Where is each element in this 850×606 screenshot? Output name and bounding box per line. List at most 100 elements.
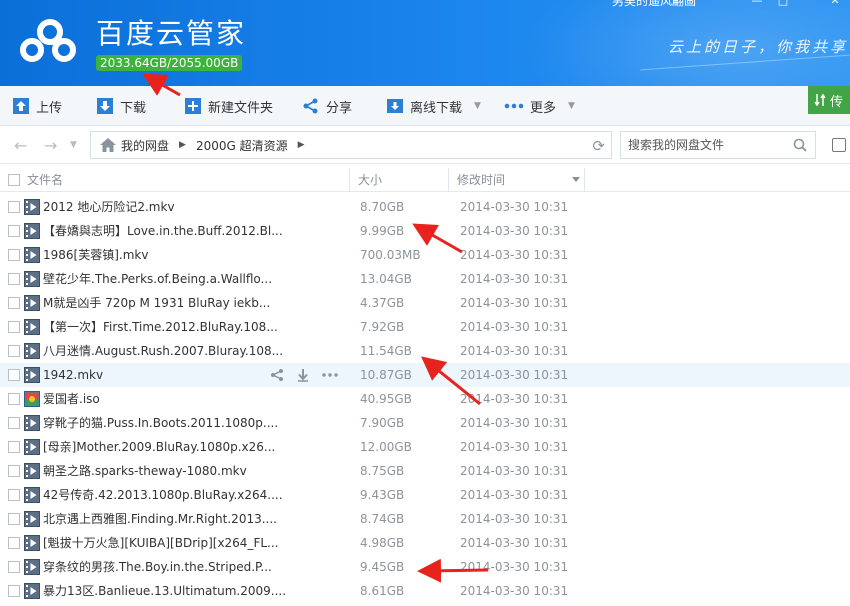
video-file-icon [24, 439, 40, 455]
table-row[interactable]: [母亲]Mother.2009.BluRay.1080p.x26... 12.00… [0, 435, 850, 459]
file-name[interactable]: 【春嬌與志明】Love.in.the.Buff.2012.Bl... [43, 219, 283, 243]
file-modified-time: 2014-03-30 10:31 [460, 584, 569, 598]
row-checkbox[interactable] [8, 513, 20, 525]
breadcrumb-current-folder[interactable]: 2000G 超清资源 [196, 137, 288, 154]
table-row[interactable]: M就是凶手 720p M 1931 BluRay iekb... 4.37GB 20… [0, 291, 850, 315]
breadcrumb-separator-icon: ▶ [179, 140, 186, 150]
table-row[interactable]: 【春嬌與志明】Love.in.the.Buff.2012.Bl... 9.99GB… [0, 219, 850, 243]
file-name[interactable]: 朝圣之路.sparks-theway-1080.mkv [43, 459, 247, 483]
file-modified-time: 2014-03-30 10:31 [460, 296, 569, 310]
file-name[interactable]: 1986[芙蓉镇].mkv [43, 243, 148, 267]
table-row[interactable]: 1986[芙蓉镇].mkv 700.03MB 2014-03-30 10:31 [0, 243, 850, 267]
upload-button[interactable]: 上传 [12, 86, 62, 126]
video-file-icon [24, 343, 40, 359]
video-file-icon [24, 319, 40, 335]
row-checkbox[interactable] [8, 249, 20, 261]
file-name[interactable]: 2012 地心历险记2.mkv [43, 195, 175, 219]
row-checkbox[interactable] [8, 417, 20, 429]
file-name[interactable]: 42号传奇.42.2013.1080p.BluRay.x264.... [43, 483, 283, 507]
file-size: 8.61GB [360, 584, 405, 598]
column-size[interactable]: 大小 [358, 168, 382, 192]
row-checkbox[interactable] [8, 273, 20, 285]
share-label: 分享 [326, 100, 353, 116]
table-row[interactable]: 1942.mkv 10.87GB 2014-03-30 10:31 [0, 363, 850, 387]
search-input[interactable] [621, 132, 789, 158]
file-name[interactable]: 穿条纹的男孩.The.Boy.in.the.Striped.P... [43, 555, 272, 579]
row-checkbox[interactable] [8, 489, 20, 501]
refresh-icon[interactable]: ⟳ [592, 137, 605, 155]
row-checkbox[interactable] [8, 561, 20, 573]
home-icon[interactable] [99, 137, 117, 153]
video-file-icon [24, 487, 40, 503]
table-row[interactable]: 爱国者.iso 40.95GB 2014-03-30 10:31 [0, 387, 850, 411]
download-icon[interactable] [297, 368, 309, 382]
row-checkbox[interactable] [8, 537, 20, 549]
column-modified[interactable]: 修改时间 [457, 168, 505, 192]
row-checkbox[interactable] [8, 201, 20, 213]
sort-dropdown-icon[interactable] [572, 177, 580, 182]
toolbar: 上传 下载 新建文件夹 分享 离线下载 ▼ 更多 ▼ [0, 86, 850, 126]
more-button[interactable]: 更多 ▼ [504, 86, 575, 126]
new-folder-icon [185, 98, 201, 114]
table-row[interactable]: 穿条纹的男孩.The.Boy.in.the.Striped.P... 9.45GB… [0, 555, 850, 579]
history-dropdown-icon[interactable]: ▼ [70, 140, 77, 150]
row-checkbox[interactable] [8, 465, 20, 477]
table-row[interactable]: 北京遇上西雅图.Finding.Mr.Right.2013.... 8.74GB 2… [0, 507, 850, 531]
column-divider [349, 168, 350, 192]
table-row[interactable]: 【第一次】First.Time.2012.BluRay.108... 7.92GB… [0, 315, 850, 339]
table-row[interactable]: 42号传奇.42.2013.1080p.BluRay.x264.... 9.43G… [0, 483, 850, 507]
file-name[interactable]: 穿靴子的猫.Puss.In.Boots.2011.1080p.... [43, 411, 278, 435]
share-icon[interactable] [270, 368, 284, 382]
transfer-list-button[interactable]: 传 [808, 86, 850, 114]
restore-icon[interactable]: □ [774, 0, 792, 7]
chevron-down-icon: ▼ [474, 101, 481, 111]
select-all-checkbox[interactable] [8, 174, 20, 186]
table-row[interactable]: 穿靴子的猫.Puss.In.Boots.2011.1080p.... 7.90GB… [0, 411, 850, 435]
navigation-bar: ← → ▼ 我的网盘 ▶ 2000G 超清资源 ▶ ⟳ [0, 126, 850, 164]
minimize-icon[interactable]: — [748, 0, 766, 7]
breadcrumb-my-disk[interactable]: 我的网盘 [121, 137, 169, 154]
row-checkbox[interactable] [8, 225, 20, 237]
new-folder-button[interactable]: 新建文件夹 [184, 86, 273, 126]
table-row[interactable]: [魁拔十万火急][KUIBA][BDrip][x264_FL... 4.98GB 2… [0, 531, 850, 555]
file-list-header: 文件名 大小 修改时间 [0, 168, 850, 192]
table-row[interactable]: 壁花少年.The.Perks.of.Being.a.Wallflo... 13.0… [0, 267, 850, 291]
file-name[interactable]: 八月迷情.August.Rush.2007.Bluray.108... [43, 339, 283, 363]
video-file-icon [24, 199, 40, 215]
side-panel-icon[interactable] [832, 138, 846, 152]
file-name[interactable]: 北京遇上西雅图.Finding.Mr.Right.2013.... [43, 507, 277, 531]
table-row[interactable]: 朝圣之路.sparks-theway-1080.mkv 8.75GB 2014-03… [0, 459, 850, 483]
file-name[interactable]: M就是凶手 720p M 1931 BluRay iekb... [43, 291, 270, 315]
download-button[interactable]: 下载 [96, 86, 146, 126]
video-file-icon [24, 583, 40, 599]
table-row[interactable]: 八月迷情.August.Rush.2007.Bluray.108... 11.54… [0, 339, 850, 363]
row-checkbox[interactable] [8, 441, 20, 453]
file-name[interactable]: 爱国者.iso [43, 387, 100, 411]
share-button[interactable]: 分享 [302, 86, 352, 126]
file-name[interactable]: 壁花少年.The.Perks.of.Being.a.Wallflo... [43, 267, 272, 291]
column-name[interactable]: 文件名 [27, 168, 63, 192]
row-checkbox[interactable] [8, 345, 20, 357]
back-arrow-icon[interactable]: ← [14, 136, 27, 155]
row-checkbox[interactable] [8, 297, 20, 309]
close-icon[interactable]: ✕ [826, 0, 844, 7]
file-name[interactable]: 暴力13区.Banlieue.13.Ultimatum.2009.... [43, 579, 286, 603]
row-checkbox[interactable] [8, 369, 20, 381]
file-name[interactable]: [母亲]Mother.2009.BluRay.1080p.x26... [43, 435, 275, 459]
row-checkbox[interactable] [8, 585, 20, 597]
file-name[interactable]: 【第一次】First.Time.2012.BluRay.108... [43, 315, 278, 339]
more-icon[interactable] [322, 368, 338, 382]
row-checkbox[interactable] [8, 393, 20, 405]
new-folder-label: 新建文件夹 [208, 100, 274, 116]
table-row[interactable]: 2012 地心历险记2.mkv 8.70GB 2014-03-30 10:31 [0, 195, 850, 219]
search-icon[interactable] [793, 138, 807, 152]
file-size: 40.95GB [360, 392, 412, 406]
offline-download-button[interactable]: 离线下载 ▼ [386, 86, 481, 126]
forward-arrow-icon[interactable]: → [44, 136, 57, 155]
table-row[interactable]: 暴力13区.Banlieue.13.Ultimatum.2009.... 8.61… [0, 579, 850, 603]
file-name[interactable]: [魁拔十万火急][KUIBA][BDrip][x264_FL... [43, 531, 278, 555]
row-checkbox[interactable] [8, 321, 20, 333]
slogan: 云上的日子，你我共享 [668, 38, 849, 56]
file-name[interactable]: 1942.mkv [43, 363, 103, 387]
user-name[interactable]: 男吴的遥风翩画 [612, 0, 696, 9]
